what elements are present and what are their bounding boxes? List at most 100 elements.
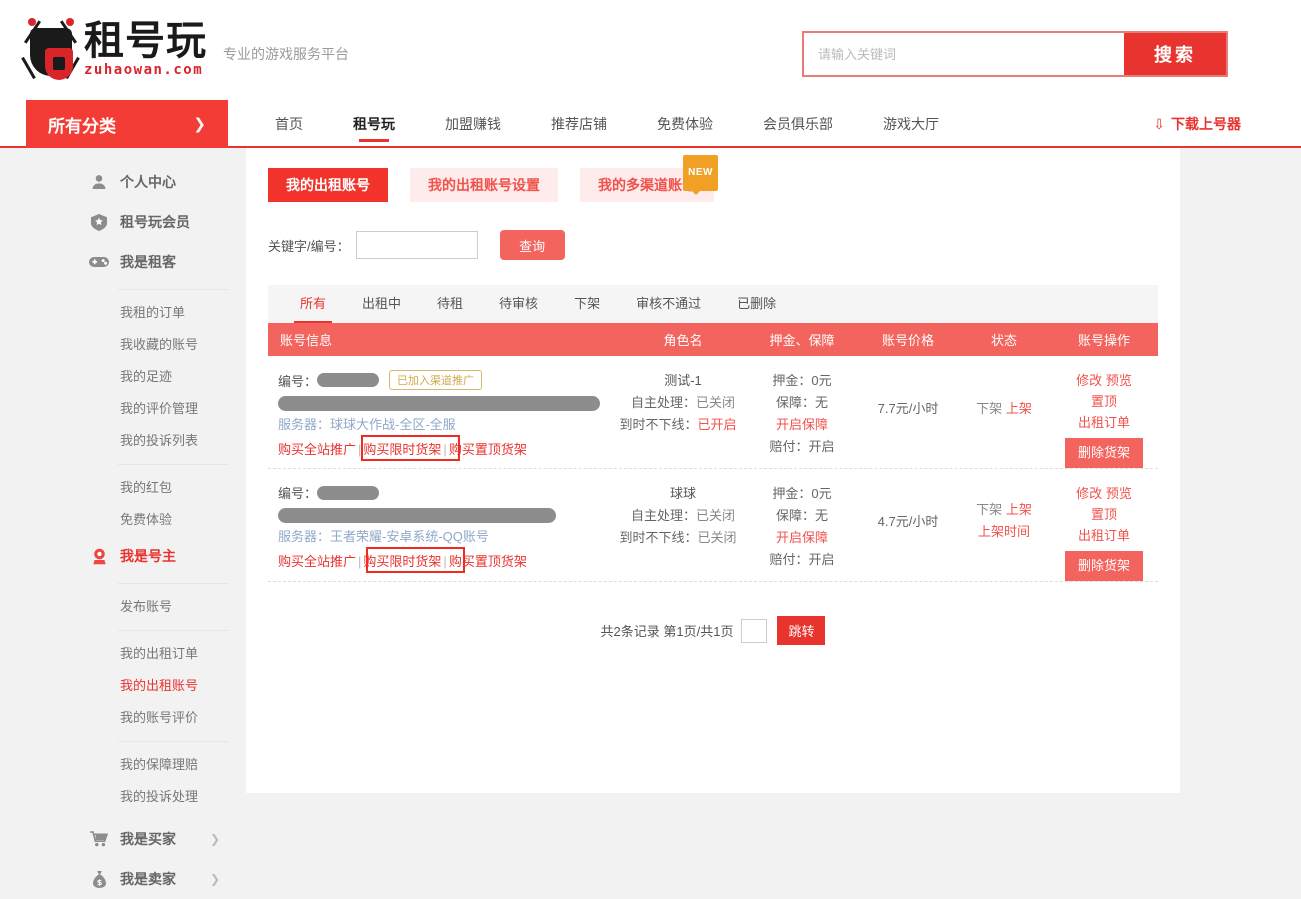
status-cell: 下架 上架 上架时间 [958, 483, 1050, 569]
download-icon: ⇩ [1153, 116, 1165, 133]
sidebar-divider [118, 464, 228, 465]
enable-guarantee-link[interactable]: 开启保障 [746, 527, 858, 549]
sidebar-item-my-account-reviews[interactable]: 我的账号评价 [88, 702, 240, 734]
logo-text-cn: 租号玩 [84, 21, 207, 61]
status-filter-tabs: 所有 出租中 待租 待审核 下架 审核不通过 已删除 [268, 285, 1158, 323]
rental-orders-link[interactable]: 出租订单 [1050, 412, 1158, 433]
account-id-label: 编号： [278, 371, 317, 390]
nav-item-shops[interactable]: 推荐店铺 [526, 100, 632, 148]
sidebar-item-favorite-accounts[interactable]: 我收藏的账号 [88, 329, 240, 361]
rental-orders-link[interactable]: 出租订单 [1050, 525, 1158, 546]
delete-shelf-button[interactable]: 删除货架 [1065, 438, 1143, 468]
sidebar-item-complaint-list[interactable]: 我的投诉列表 [88, 425, 240, 457]
account-id-label: 编号： [278, 483, 317, 502]
status-delist-link[interactable]: 下架 [976, 401, 1002, 416]
pin-top-link[interactable]: 置顶 [1050, 504, 1158, 525]
buy-top-shelf-link[interactable]: 购买置顶货架 [449, 442, 527, 457]
status-list-link[interactable]: 上架 [1006, 502, 1032, 517]
page-jump-input[interactable] [741, 619, 767, 643]
sidebar-item-owner[interactable]: 我是号主 [88, 536, 240, 576]
buy-top-shelf-link[interactable]: 购买置顶货架 [449, 554, 527, 569]
status-cell: 下架 上架 [958, 370, 1050, 456]
account-id-line: 编号： [278, 483, 620, 502]
svg-text:$: $ [96, 878, 102, 887]
edit-link[interactable]: 修改 [1076, 373, 1102, 388]
nav-item-join[interactable]: 加盟赚钱 [420, 100, 526, 148]
gamepad-icon [88, 255, 110, 269]
nav-item-vip-club[interactable]: 会员俱乐部 [738, 100, 858, 148]
guarantee-value: 保障：无 [746, 392, 858, 414]
no-offline-label: 到时不下线： [619, 417, 697, 432]
status-tab-rejected[interactable]: 审核不通过 [618, 285, 719, 323]
edit-link[interactable]: 修改 [1076, 486, 1102, 501]
sidebar-item-buyer[interactable]: 我是买家 ❯ [88, 819, 240, 859]
sidebar-divider [118, 630, 228, 631]
query-button[interactable]: 查询 [500, 230, 565, 260]
no-offline-value: 已开启 [698, 417, 737, 432]
status-list-link[interactable]: 上架 [1006, 401, 1032, 416]
sidebar-item-personal-center[interactable]: 个人中心 [88, 162, 240, 202]
sidebar-item-vip[interactable]: 租号玩会员 [88, 202, 240, 242]
self-handle-label: 自主处理： [631, 395, 696, 410]
enable-guarantee-link[interactable]: 开启保障 [746, 414, 858, 436]
site-logo[interactable]: 租号玩 zuhaowan.com 专业的游戏服务平台 [22, 18, 349, 80]
listing-time-link[interactable]: 上架时间 [958, 521, 1050, 543]
preview-link[interactable]: 预览 [1106, 373, 1132, 388]
channel-promo-badge: 已加入渠道推广 [389, 370, 482, 390]
page-jump-button[interactable]: 跳转 [777, 616, 825, 645]
sidebar-item-publish-account[interactable]: 发布账号 [88, 591, 240, 623]
sidebar-item-red-packet[interactable]: 我的红包 [88, 472, 240, 504]
buy-timed-shelf-link[interactable]: 购买限时货架 [363, 442, 441, 457]
col-actions: 账号操作 [1050, 330, 1158, 349]
keyword-input[interactable] [356, 231, 478, 259]
sidebar-item-review-management[interactable]: 我的评价管理 [88, 393, 240, 425]
logo-text-en: zuhaowan.com [84, 62, 207, 78]
buy-timed-shelf-link[interactable]: 购买限时货架 [363, 554, 441, 569]
nav-item-free-trial[interactable]: 免费体验 [632, 100, 738, 148]
status-tab-pending-review[interactable]: 待审核 [481, 285, 556, 323]
sidebar-item-free-trial[interactable]: 免费体验 [88, 504, 240, 536]
preview-link[interactable]: 预览 [1106, 486, 1132, 501]
buy-site-promo-link[interactable]: 购买全站推广 [278, 442, 356, 457]
status-delist-link[interactable]: 下架 [976, 502, 1002, 517]
search-button[interactable]: 搜索 [1124, 33, 1226, 75]
all-categories-button[interactable]: 所有分类 ❯ [26, 100, 228, 148]
nav-item-zuhaowan[interactable]: 租号玩 [328, 100, 420, 148]
status-tab-available[interactable]: 待租 [419, 285, 481, 323]
download-launcher-label: 下载上号器 [1171, 114, 1241, 134]
sidebar-divider [118, 741, 228, 742]
download-launcher-link[interactable]: ⇩ 下载上号器 [1153, 100, 1241, 148]
col-status: 状态 [958, 330, 1050, 349]
sidebar-item-my-rental-accounts[interactable]: 我的出租账号 [88, 670, 240, 702]
sidebar-label: 我是买家 [120, 829, 176, 849]
pin-top-link[interactable]: 置顶 [1050, 391, 1158, 412]
sidebar-item-renter[interactable]: 我是租客 [88, 242, 240, 282]
sidebar-item-guarantee-claims[interactable]: 我的保障理赔 [88, 749, 240, 781]
status-tab-deleted[interactable]: 已删除 [719, 285, 794, 323]
sidebar-item-my-rented-orders[interactable]: 我租的订单 [88, 297, 240, 329]
delete-shelf-button[interactable]: 删除货架 [1065, 551, 1143, 581]
account-tabs: 我的出租账号 我的出租账号设置 我的多渠道账号 NEW [246, 148, 1180, 202]
tab-multi-channel-accounts[interactable]: 我的多渠道账号 NEW [580, 168, 714, 202]
sidebar-item-seller[interactable]: $ 我是卖家 ❯ [88, 859, 240, 899]
status-tab-delisted[interactable]: 下架 [556, 285, 618, 323]
buy-links-group: 购买全站推广|购买限时货架|购买置顶货架 [278, 439, 527, 458]
nav-item-game-hall[interactable]: 游戏大厅 [858, 100, 964, 148]
status-tab-all[interactable]: 所有 [282, 285, 344, 323]
status-tab-renting[interactable]: 出租中 [344, 285, 419, 323]
tab-rental-account-settings[interactable]: 我的出租账号设置 [410, 168, 558, 202]
role-name: 测试-1 [620, 370, 746, 392]
tab-my-rental-accounts[interactable]: 我的出租账号 [268, 168, 388, 202]
price-cell: 7.7元/小时 [858, 370, 958, 456]
self-handle-value: 已关闭 [696, 508, 735, 523]
server-line: 服务器：王者荣耀-安卓系统-QQ账号 [278, 526, 620, 545]
compensate-value: 赔付：开启 [746, 549, 858, 571]
buy-site-promo-link[interactable]: 购买全站推广 [278, 554, 356, 569]
search-input[interactable] [804, 33, 1124, 75]
nav-item-list: 首页 租号玩 加盟赚钱 推荐店铺 免费体验 会员俱乐部 游戏大厅 [250, 100, 964, 148]
sidebar-item-footprints[interactable]: 我的足迹 [88, 361, 240, 393]
sidebar-item-complaint-handling[interactable]: 我的投诉处理 [88, 781, 240, 813]
nav-item-home[interactable]: 首页 [250, 100, 328, 148]
logo-shield-icon [22, 18, 80, 80]
sidebar-item-my-rental-orders[interactable]: 我的出租订单 [88, 638, 240, 670]
